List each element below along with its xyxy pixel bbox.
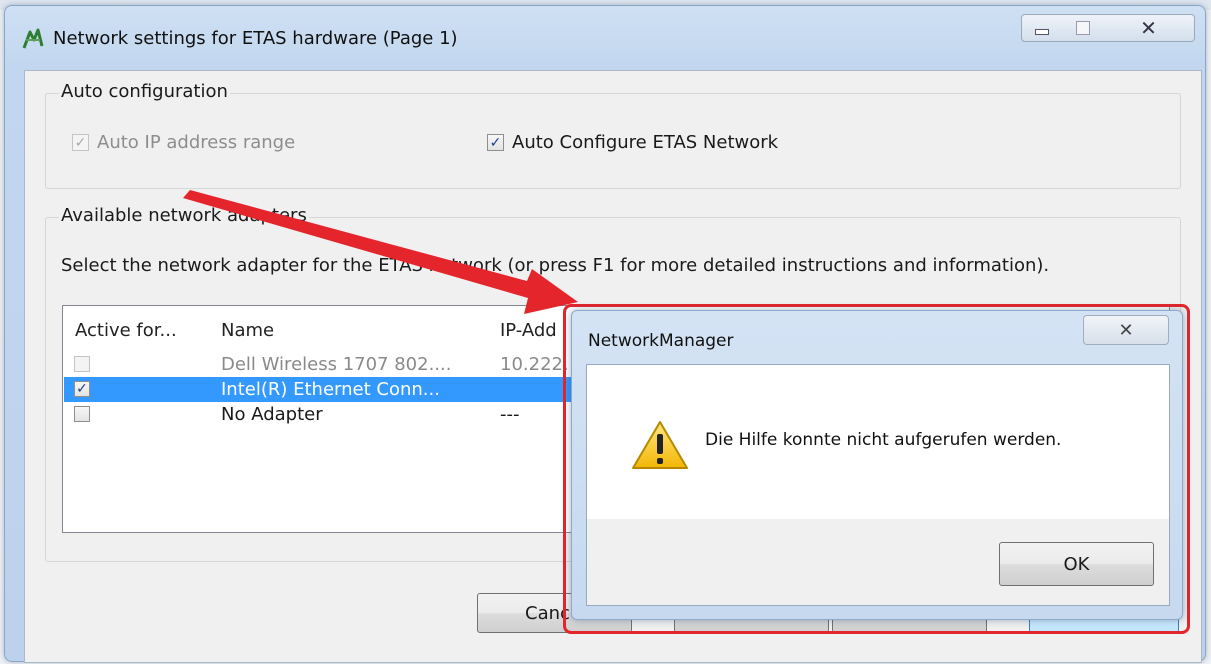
adapter-checkbox[interactable] [74, 406, 90, 422]
dialog-title: NetworkManager [588, 331, 734, 351]
adapter-instruction-text: Select the network adapter for the ETAS … [61, 255, 1050, 276]
network-adapters-label: Available network adapters [59, 205, 309, 226]
checkmark-icon: ✓ [76, 381, 88, 397]
adapter-ip: --- [500, 404, 520, 425]
etas-app-icon [22, 28, 44, 49]
close-icon: ✕ [1118, 319, 1134, 341]
close-icon: ✕ [1140, 16, 1157, 40]
dialog-body: Die Hilfe konnte nicht aufgerufen werden… [586, 364, 1170, 606]
networkmanager-dialog: NetworkManager ✕ Die Hilfe konnte nicht … [571, 310, 1183, 620]
window-title: Network settings for ETAS hardware (Page… [53, 28, 458, 49]
minimize-button[interactable] [1021, 14, 1063, 42]
column-header-name[interactable]: Name [221, 320, 274, 341]
auto-ip-checkbox[interactable]: ✓ [72, 134, 89, 151]
column-header-active[interactable]: Active for... [75, 320, 177, 341]
adapter-checkbox[interactable] [74, 356, 90, 372]
maximize-icon [1075, 21, 1090, 35]
adapter-name: Dell Wireless 1707 802.... [221, 354, 452, 375]
warning-icon [632, 421, 688, 469]
minimize-icon [1035, 29, 1049, 35]
dialog-close-button[interactable]: ✕ [1083, 315, 1169, 345]
column-header-ip[interactable]: IP-Add [500, 320, 557, 341]
auto-configure-checkbox[interactable]: ✓ [487, 134, 504, 151]
checkmark-icon: ✓ [489, 134, 502, 151]
auto-ip-label: Auto IP address range [97, 132, 296, 153]
window-close-button[interactable]: ✕ [1103, 14, 1195, 42]
adapter-name: No Adapter [221, 404, 323, 425]
ok-button[interactable]: OK [999, 542, 1154, 586]
dialog-message: Die Hilfe konnte nicht aufgerufen werden… [705, 430, 1062, 450]
auto-configure-label: Auto Configure ETAS Network [512, 132, 779, 153]
adapter-ip: 10.222. [500, 354, 569, 375]
adapter-checkbox[interactable]: ✓ [74, 381, 90, 397]
checkmark-icon: ✓ [74, 134, 87, 151]
adapter-name: Intel(R) Ethernet Conn... [221, 379, 440, 400]
dialog-footer: OK [587, 519, 1169, 605]
maximize-button[interactable] [1062, 14, 1104, 42]
auto-configuration-label: Auto configuration [59, 81, 230, 102]
